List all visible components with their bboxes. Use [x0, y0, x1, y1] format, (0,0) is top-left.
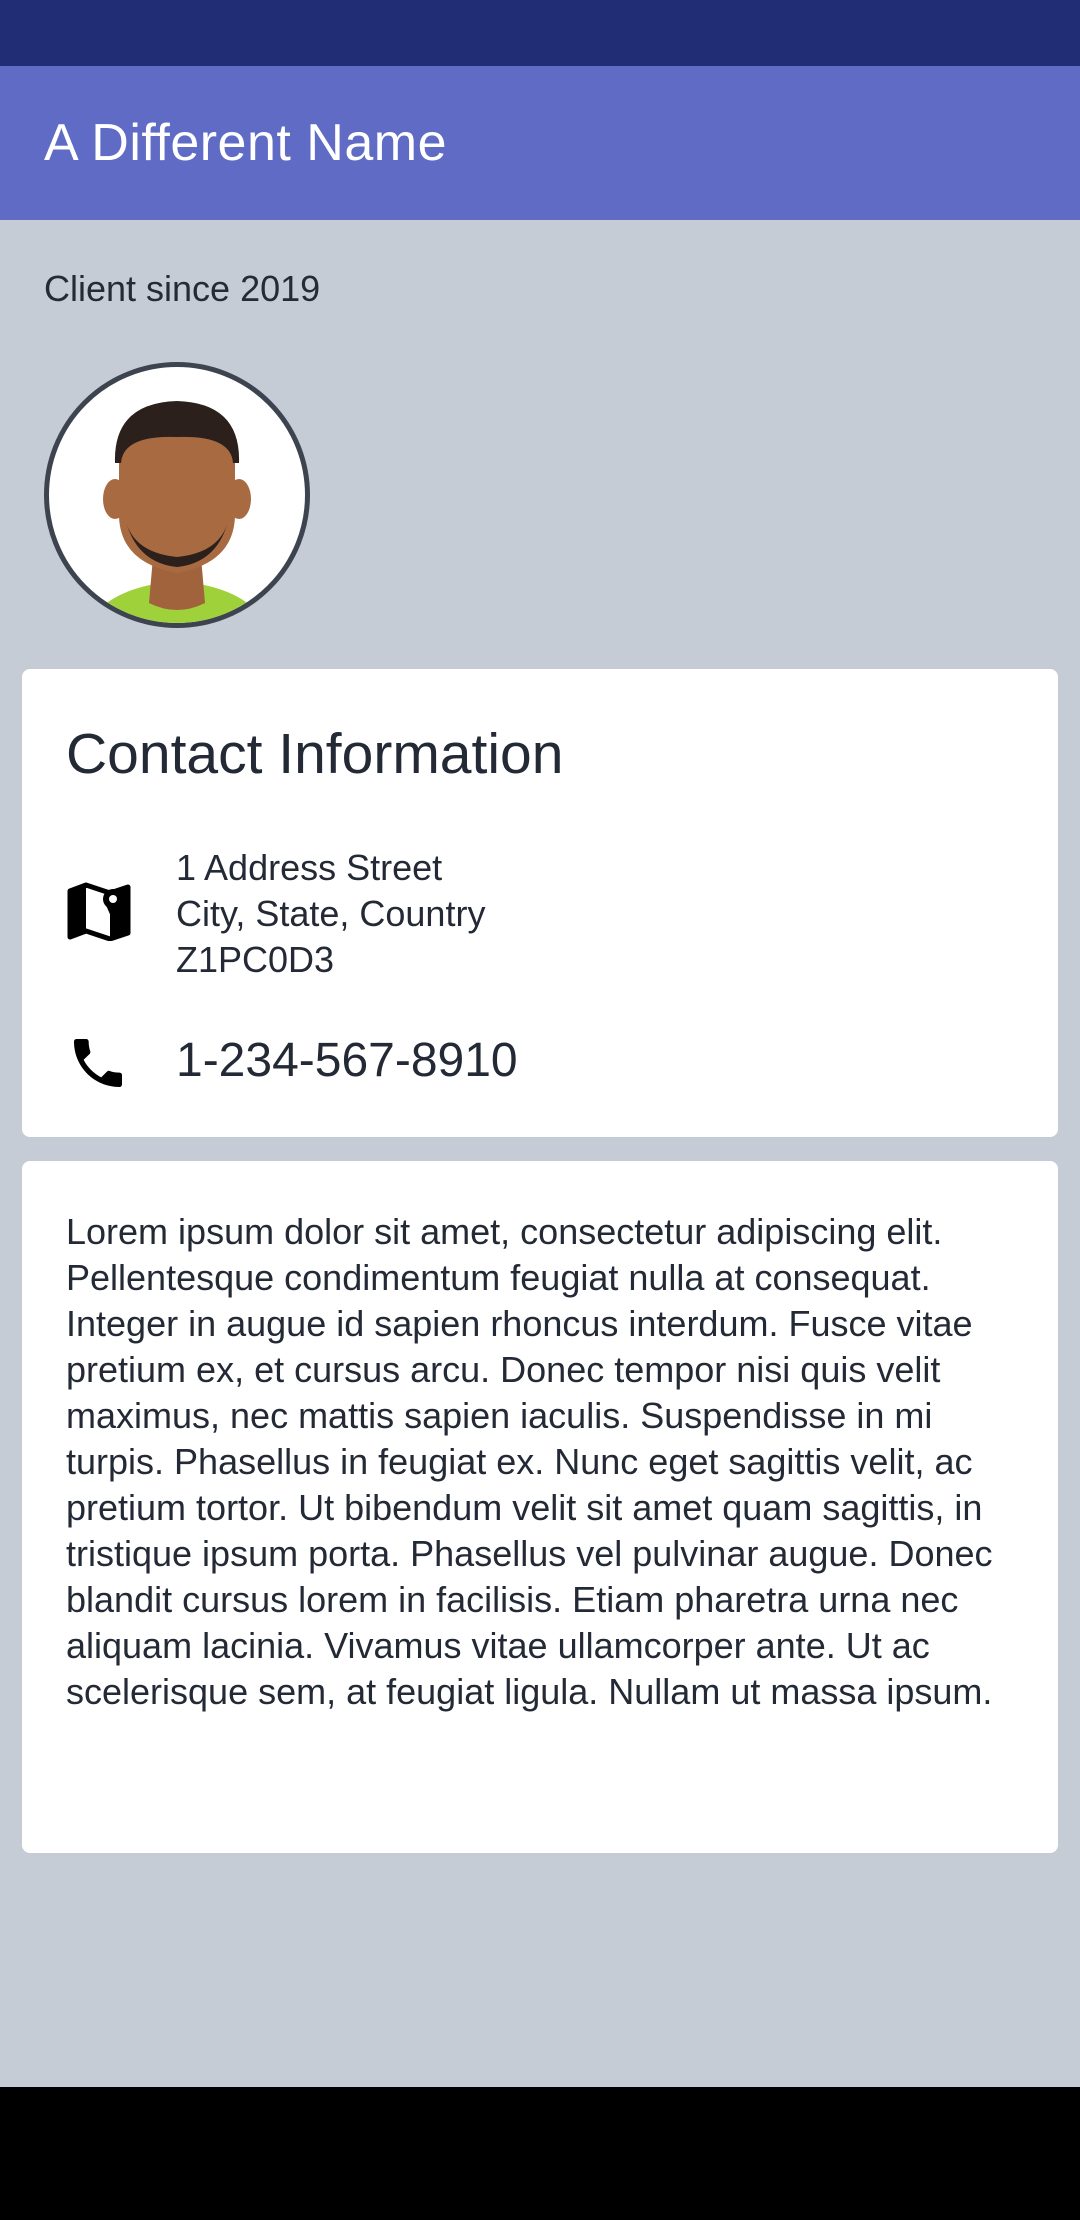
navigation-bar [0, 2087, 1080, 2220]
address-block[interactable]: 1 Address Street City, State, Country Z1… [176, 845, 485, 983]
status-bar [0, 0, 1080, 66]
address-line-3: Z1PC0D3 [176, 939, 335, 980]
contact-title: Contact Information [66, 722, 564, 786]
phone-icon [66, 1031, 130, 1095]
address-line-2: City, State, Country [176, 893, 486, 934]
bio-card: Lorem ipsum dolor sit amet, consectetur … [22, 1161, 1058, 1853]
contact-card: Contact Information 1 Address Street Cit… [22, 669, 1058, 1137]
client-since-label: Client since 2019 [44, 268, 321, 309]
app-title: A Different Name [44, 114, 448, 172]
bio-text: Lorem ipsum dolor sit amet, consectetur … [66, 1211, 993, 1712]
app-bar: A Different Name [0, 66, 1080, 220]
address-line-1: 1 Address Street [176, 847, 443, 888]
map-icon [66, 881, 132, 942]
avatar [44, 362, 310, 628]
phone-number[interactable]: 1-234-567-8910 [176, 1033, 518, 1088]
